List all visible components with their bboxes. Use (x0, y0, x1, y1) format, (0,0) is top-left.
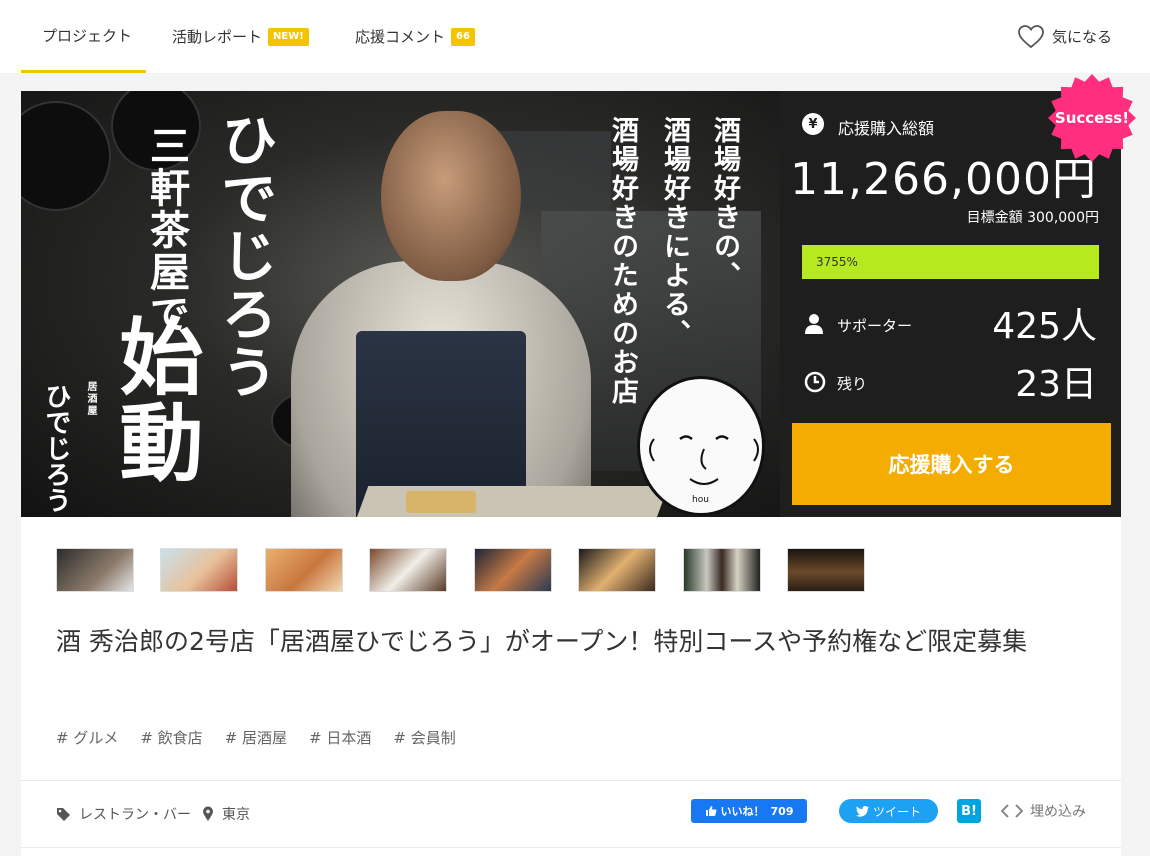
supporters-value: 425人 (992, 306, 1097, 347)
divider (21, 780, 1121, 781)
tab-activity-report[interactable]: 活動レポート NEW! (172, 0, 309, 73)
tab-project[interactable]: プロジェクト (21, 0, 146, 73)
facebook-like-button[interactable]: いいね！ 709 (691, 799, 807, 823)
hero-section: ひでじろう 三軒茶屋で 始動 居酒屋 ひでじろう 酒場好きの、 酒場好きによる、… (21, 74, 1136, 517)
buy-button[interactable]: 応援購入する (792, 423, 1111, 505)
chef-head (381, 111, 521, 281)
thumbnail[interactable] (56, 548, 134, 592)
hero-image[interactable]: ひでじろう 三軒茶屋で 始動 居酒屋 ひでじろう 酒場好きの、 酒場好きによる、… (21, 91, 780, 517)
tweet-button[interactable]: ツイート (839, 799, 938, 823)
yen-icon: ¥ (802, 113, 824, 135)
funding-panel: ¥ 応援購入総額 11,266,000円 目標金額 300,000円 3755%… (780, 74, 1136, 517)
project-card: 酒 秀治郎の2号店「居酒屋ひでじろう」がオープン！特別コースや予約権など限定募集… (21, 517, 1121, 856)
total-label: 応援購入総額 (838, 119, 935, 138)
tag-membership[interactable]: # 会員制 (393, 727, 455, 748)
tab-comments[interactable]: 応援コメント 66 (355, 0, 475, 73)
thumbs-up-icon (705, 806, 716, 816)
embed-button[interactable]: 埋め込み (1001, 801, 1086, 821)
code-brackets-icon (1001, 804, 1023, 818)
thumbnail[interactable] (265, 548, 343, 592)
tag-restaurant[interactable]: # 飲食店 (140, 727, 202, 748)
cutting-board (353, 486, 669, 517)
logo-name-text: ひでじろう (41, 383, 71, 513)
thumbnail[interactable] (578, 548, 656, 592)
clock-icon (804, 371, 826, 393)
heart-icon (1018, 24, 1044, 48)
success-badge: Success! (1047, 73, 1137, 163)
tag-sake[interactable]: # 日本酒 (309, 727, 371, 748)
thumbnail[interactable] (474, 548, 552, 592)
goal-amount: 目標金額 300,000円 (966, 210, 1099, 226)
hero-text-shidou: 始動 (106, 313, 205, 485)
location-link[interactable]: 東京 (202, 804, 250, 824)
tag-list: # グルメ # 飲食店 # 居酒屋 # 日本酒 # 会員制 (56, 727, 456, 748)
food-item (406, 491, 476, 513)
thumbnail[interactable] (369, 548, 447, 592)
tag-icon (57, 807, 70, 821)
new-badge: NEW! (268, 27, 309, 46)
thumbnail[interactable] (683, 548, 761, 592)
top-navigation: プロジェクト 活動レポート NEW! 応援コメント 66 気になる (0, 0, 1150, 73)
face-caption: hou (692, 495, 709, 505)
category-label: レストラン・バー (79, 807, 191, 823)
tab-project-label: プロジェクト (42, 26, 133, 45)
logo-small-text: 居酒屋 (85, 381, 96, 417)
location-label: 東京 (222, 807, 250, 823)
twitter-bird-icon (855, 805, 869, 817)
favorite-label: 気になる (1051, 28, 1112, 46)
hero-text-right3: 酒場好きのためのお店 (607, 116, 638, 406)
embed-label: 埋め込み (1030, 804, 1086, 820)
tab-comments-label: 応援コメント (355, 28, 446, 46)
hero-text-hidejirou: ひでじろう (212, 111, 278, 401)
divider (21, 847, 1121, 848)
facebook-like-label: いいね！ (720, 805, 765, 818)
thumbnail[interactable] (787, 548, 865, 592)
person-icon (805, 314, 823, 334)
remaining-value: 23日 (1015, 364, 1097, 405)
hatena-bookmark-button[interactable]: B! (957, 799, 981, 823)
category-link[interactable]: レストラン・バー (56, 804, 191, 824)
face-illustration: hou (637, 376, 765, 516)
supporters-label: サポーター (837, 317, 913, 335)
success-label: Success! (1054, 109, 1130, 127)
tag-gourmet[interactable]: # グルメ (56, 727, 118, 748)
tag-izakaya[interactable]: # 居酒屋 (225, 727, 287, 748)
progress-bar: 3755% (802, 245, 1099, 279)
project-title: 酒 秀治郎の2号店「居酒屋ひでじろう」がオープン！特別コースや予約権など限定募集 (56, 627, 1028, 656)
progress-text: 3755% (816, 255, 858, 269)
tweet-label: ツイート (872, 804, 921, 819)
facebook-like-count: 709 (770, 804, 794, 818)
hero-text-right2: 酒場好きによる、 (659, 116, 690, 348)
comment-count-badge: 66 (451, 27, 475, 46)
favorite-button[interactable]: 気になる (1018, 0, 1112, 73)
hero-text-sangenjaya: 三軒茶屋で (143, 125, 190, 335)
remaining-label: 残り (837, 375, 868, 393)
thumbnail[interactable] (160, 548, 238, 592)
hatena-label: B! (961, 803, 977, 819)
hanging-pan (21, 101, 111, 211)
hero-text-right1: 酒場好きの、 (709, 116, 740, 290)
tab-activity-report-label: 活動レポート (172, 28, 263, 46)
location-pin-icon (203, 806, 213, 821)
